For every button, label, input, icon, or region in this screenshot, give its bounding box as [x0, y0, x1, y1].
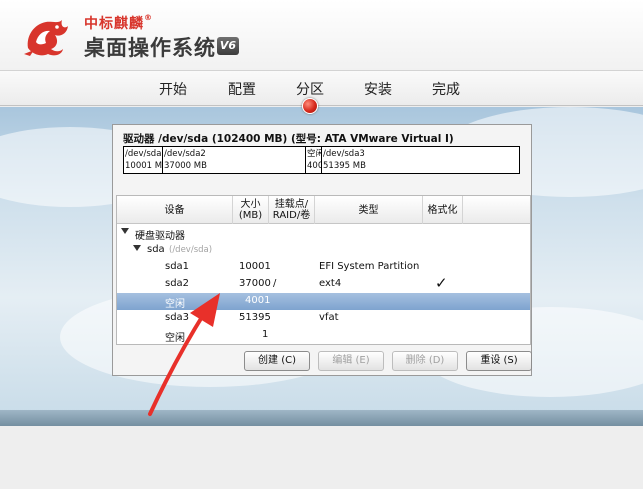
table-row[interactable]: sda2 37000 / ext4 ✓: [117, 274, 530, 293]
installer-step-bar: 开始 配置 分区 安装 完成: [0, 70, 643, 106]
format-check-icon: ✓: [435, 274, 448, 292]
table-row[interactable]: sda3 51395 vfat: [117, 310, 530, 327]
step-configure: 配置: [228, 82, 256, 98]
expand-arrow-icon[interactable]: [121, 228, 129, 234]
version-badge: V6: [217, 37, 239, 55]
qilin-logo-icon: [24, 20, 69, 56]
partition-table: 设备 大小 (MB) 挂载点/ RAID/卷 类型 格式化 硬盘驱动器 sda …: [116, 195, 531, 345]
disk-segment-sda1[interactable]: /dev/sda 10001 M: [124, 147, 163, 173]
disk-usage-bar: /dev/sda10001 M /dev/sda237000 MB 空闲400 …: [123, 146, 520, 174]
table-row[interactable]: sda1 10001 EFI System Partition: [117, 259, 530, 276]
step-finish: 完成: [432, 82, 460, 98]
table-row[interactable]: 空闲 1: [117, 327, 530, 344]
header-format[interactable]: 格式化: [423, 196, 463, 224]
partition-panel: 驱动器 /dev/sda (102400 MB) (型号: ATA VMware…: [112, 124, 532, 376]
tree-row-hard-drives[interactable]: 硬盘驱动器: [117, 225, 530, 242]
step-partition: 分区: [296, 82, 324, 98]
drive-title: 驱动器 /dev/sda (102400 MB) (型号: ATA VMware…: [123, 133, 454, 145]
expand-arrow-icon[interactable]: [133, 245, 141, 251]
create-button[interactable]: 创建 (C): [244, 351, 310, 371]
disk-segment-sda2[interactable]: /dev/sda2 37000 MB: [163, 147, 306, 173]
reset-button[interactable]: 重设 (S): [466, 351, 532, 371]
table-row-selected[interactable]: 空闲 4001: [117, 293, 530, 310]
step-start: 开始: [159, 82, 187, 98]
app-header: 中标麒麟® 桌面操作系统 V6: [0, 0, 643, 70]
company-name: 中标麒麟®: [84, 13, 153, 32]
header-device[interactable]: 设备: [117, 196, 233, 224]
header-type[interactable]: 类型: [315, 196, 423, 224]
tree-row-disk-sda[interactable]: sda (/dev/sda): [117, 242, 530, 259]
table-header: 设备 大小 (MB) 挂载点/ RAID/卷 类型 格式化: [117, 196, 530, 224]
step-install: 安装: [364, 82, 392, 98]
header-mount[interactable]: 挂载点/ RAID/卷: [269, 196, 315, 224]
disk-segment-free[interactable]: 空闲400: [306, 147, 322, 173]
delete-button[interactable]: 删除 (D): [392, 351, 458, 371]
disk-segment-sda3[interactable]: /dev/sda3 51395 MB: [322, 147, 519, 173]
product-name: 桌面操作系统: [84, 36, 216, 60]
current-step-indicator: [302, 98, 318, 114]
footer-area: [0, 426, 643, 489]
header-size[interactable]: 大小 (MB): [233, 196, 269, 224]
edit-button[interactable]: 编辑 (E): [318, 351, 384, 371]
